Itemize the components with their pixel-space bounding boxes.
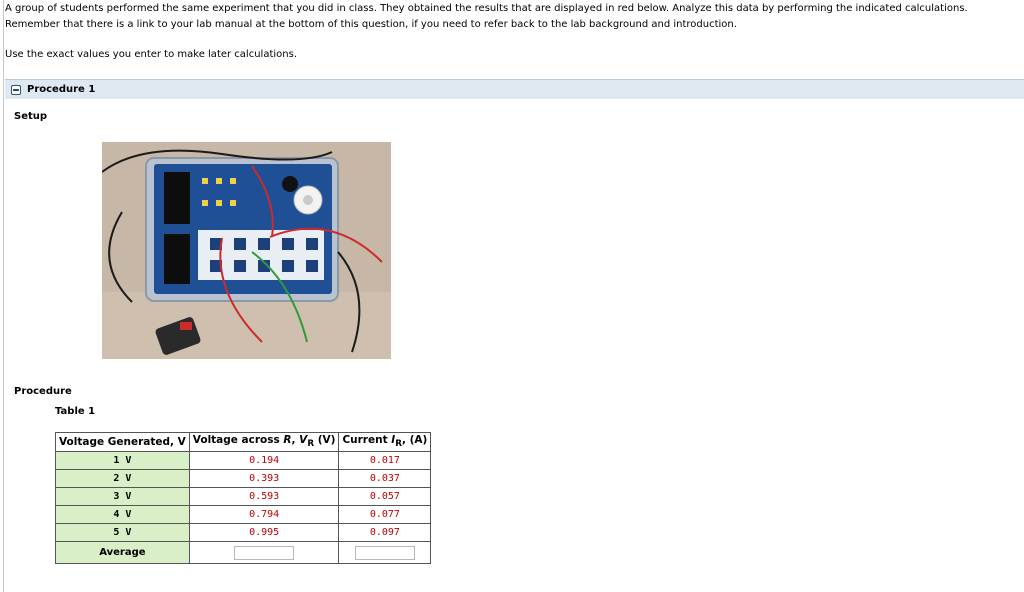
header-col2-text: Voltage across <box>192 434 280 447</box>
header-col2-sub: R <box>307 439 315 450</box>
average-row: Average <box>55 541 432 564</box>
collapse-icon[interactable] <box>11 84 21 95</box>
table-row: 3 V 0.593 0.057 <box>55 487 432 506</box>
table-header-row: Voltage Generated, V Voltage across R, V… <box>55 432 432 452</box>
header-col2-unit: (V) <box>317 434 336 447</box>
table-row: 2 V 0.393 0.037 <box>55 469 432 488</box>
header-voltage-across-r: Voltage across R, VR (V) <box>188 432 340 452</box>
average-vr-input[interactable] <box>234 545 295 560</box>
vr-cell: 0.393 <box>188 469 340 488</box>
left-border <box>3 0 4 592</box>
average-label: Average <box>55 541 190 564</box>
header-current: Current IR, (A) <box>338 432 432 452</box>
header-col1-text: Voltage Generated, V <box>59 436 186 448</box>
procedure-header-label: Procedure 1 <box>27 84 96 95</box>
voltage-generated-cell: 2 V <box>55 469 190 488</box>
intro-line-1: A group of students performed the same e… <box>5 3 968 14</box>
ir-cell: 0.057 <box>338 487 432 506</box>
table-row: 1 V 0.194 0.017 <box>55 451 432 470</box>
table-row: 5 V 0.995 0.097 <box>55 523 432 542</box>
procedure-section-header[interactable]: Procedure 1 <box>5 79 1024 99</box>
vr-cell: 0.995 <box>188 523 340 542</box>
ir-cell: 0.017 <box>338 451 432 470</box>
voltage-generated-cell: 4 V <box>55 505 190 524</box>
voltage-generated-cell: 1 V <box>55 451 190 470</box>
header-col3-sub: R <box>395 439 402 450</box>
ir-cell: 0.097 <box>338 523 432 542</box>
ir-cell: 0.077 <box>338 505 432 524</box>
header-col3-text: Current <box>342 434 388 447</box>
intro-text: A group of students performed the same e… <box>5 1 968 33</box>
lab-setup-photo <box>102 142 391 359</box>
procedure-heading: Procedure <box>14 386 72 397</box>
header-voltage-generated: Voltage Generated, V <box>55 432 190 452</box>
table-title: Table 1 <box>55 406 96 417</box>
header-col2-r: R <box>283 434 292 447</box>
instruction-note: Use the exact values you enter to make l… <box>5 49 297 60</box>
data-table: Voltage Generated, V Voltage across R, V… <box>55 432 432 564</box>
average-vr-cell <box>188 541 340 564</box>
average-ir-cell <box>338 541 432 564</box>
vr-cell: 0.794 <box>188 505 340 524</box>
header-col3-unit: (A) <box>409 434 428 447</box>
vr-cell: 0.593 <box>188 487 340 506</box>
ir-cell: 0.037 <box>338 469 432 488</box>
table-row: 4 V 0.794 0.077 <box>55 505 432 524</box>
setup-heading: Setup <box>14 111 48 122</box>
average-ir-input[interactable] <box>354 545 415 560</box>
vr-cell: 0.194 <box>188 451 340 470</box>
voltage-generated-cell: 3 V <box>55 487 190 506</box>
voltage-generated-cell: 5 V <box>55 523 190 542</box>
intro-line-2: Remember that there is a link to your la… <box>5 19 737 30</box>
